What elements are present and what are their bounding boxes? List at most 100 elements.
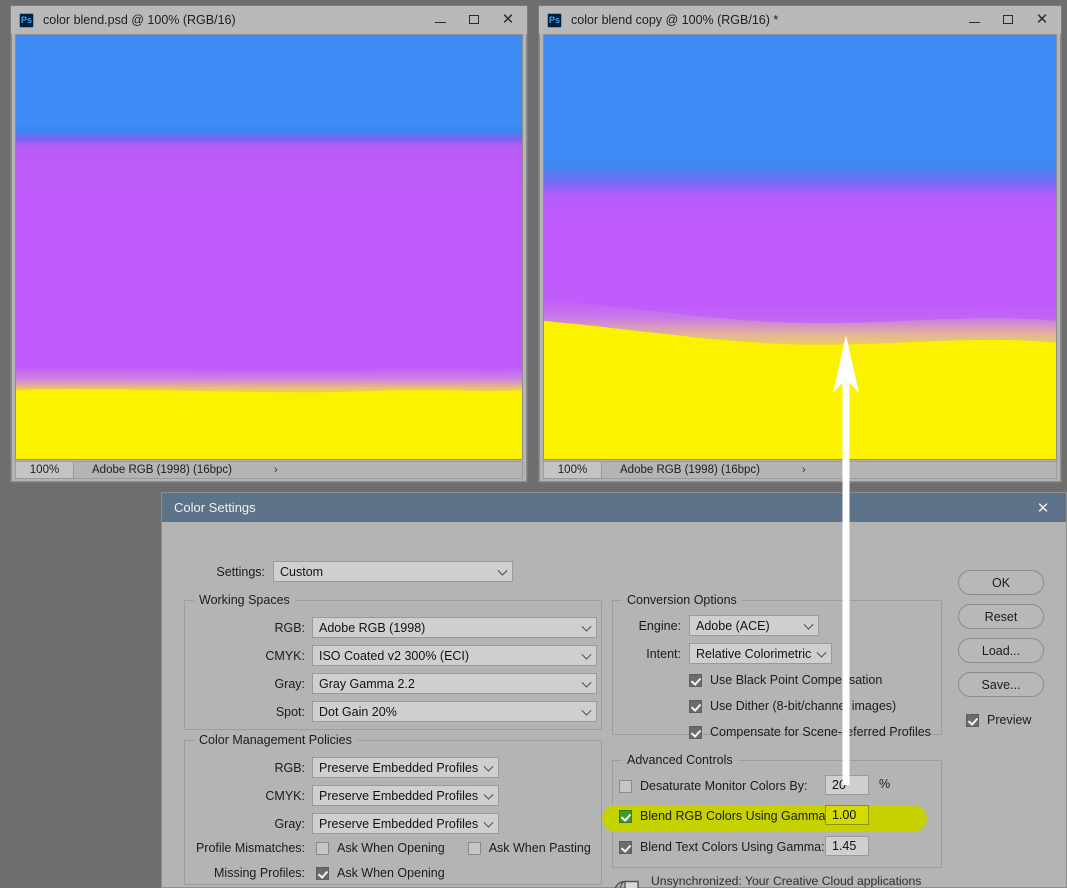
reset-button[interactable]: Reset	[958, 604, 1044, 629]
image-window-original[interactable]: Ps color blend.psd @ 100% (RGB/16) ✕ 100…	[10, 5, 528, 483]
pol-cmyk-label: CMYK:	[265, 788, 305, 803]
preview-checkbox[interactable]: Preview	[966, 713, 1044, 727]
status-expand-icon[interactable]: ›	[802, 464, 806, 476]
window-titlebar[interactable]: Ps color blend.psd @ 100% (RGB/16) ✕	[11, 6, 527, 34]
blend-text-gamma-value: 1.45	[832, 839, 857, 853]
intent-value: Relative Colorimetric	[696, 646, 812, 661]
black-point-compensation-checkbox[interactable]: Use Black Point Compensation	[689, 673, 882, 687]
checkbox-icon	[467, 841, 481, 855]
mismatch-paste-checkbox[interactable]: Ask When Pasting	[467, 841, 591, 855]
minimize-button[interactable]	[423, 8, 457, 31]
dialog-titlebar[interactable]: Color Settings ✕	[162, 493, 1066, 522]
pol-row-gray: Gray: Preserve Embedded Profiles	[193, 813, 500, 834]
checkbox-icon	[619, 809, 632, 823]
minimize-button[interactable]	[957, 8, 991, 31]
settings-row: Settings: Custom	[184, 561, 513, 582]
settings-label: Settings:	[216, 564, 265, 579]
window-title: color blend.psd @ 100% (RGB/16)	[43, 13, 236, 27]
missing-open-checkbox[interactable]: Ask When Opening	[316, 866, 445, 880]
blend-rgb-gamma-value: 1.00	[832, 808, 857, 822]
pol-row-cmyk: CMYK: Preserve Embedded Profiles	[193, 785, 500, 806]
photoshop-icon: Ps	[547, 12, 562, 28]
window-titlebar[interactable]: Ps color blend copy @ 100% (RGB/16) * ✕	[539, 6, 1061, 34]
image-canvas-area[interactable]	[543, 34, 1057, 460]
ok-button[interactable]: OK	[958, 570, 1044, 595]
ws-spot-label: Spot:	[275, 704, 305, 719]
ws-spot-select[interactable]: Dot Gain 20%	[312, 701, 597, 722]
dialog-buttons: OK Reset Load... Save... Preview	[958, 570, 1044, 727]
chevron-down-icon	[581, 677, 592, 688]
pol-rgb-value: Preserve Embedded Profiles	[319, 760, 479, 775]
conversion-legend: Conversion Options	[622, 593, 742, 607]
desaturate-amount-input[interactable]: 20	[825, 775, 869, 795]
zoom-level[interactable]: 100%	[544, 462, 602, 478]
ws-gray-select[interactable]: Gray Gamma 2.2	[312, 673, 597, 694]
profile-mismatches-row: Profile Mismatches: Ask When Opening Ask…	[193, 841, 591, 855]
missing-profiles-label: Missing Profiles:	[214, 866, 305, 880]
ws-rgb-select[interactable]: Adobe RGB (1998)	[312, 617, 597, 638]
ws-cmyk-label: CMYK:	[265, 648, 305, 663]
chevron-down-icon	[581, 705, 592, 716]
load-button[interactable]: Load...	[958, 638, 1044, 663]
ws-row-rgb: RGB: Adobe RGB (1998)	[193, 617, 597, 638]
chevron-down-icon	[483, 817, 494, 828]
chevron-down-icon	[816, 647, 827, 658]
black-point-compensation-label: Use Black Point Compensation	[710, 673, 883, 687]
ws-spot-value: Dot Gain 20%	[319, 704, 397, 719]
missing-profiles-row: Missing Profiles: Ask When Opening	[193, 866, 445, 880]
color-settings-dialog[interactable]: Color Settings ✕ Settings: Custom Workin…	[161, 492, 1067, 888]
blend-text-gamma-checkbox[interactable]: Blend Text Colors Using Gamma:	[619, 840, 825, 854]
checkbox-icon	[619, 779, 632, 793]
checkbox-icon	[966, 713, 979, 727]
pol-rgb-select[interactable]: Preserve Embedded Profiles	[312, 757, 500, 778]
blend-rgb-gamma-label: Blend RGB Colors Using Gamma:	[640, 809, 829, 823]
mismatch-open-checkbox[interactable]: Ask When Opening	[316, 841, 445, 855]
blend-rgb-gamma-input[interactable]: 1.00	[825, 805, 869, 825]
image-window-copy[interactable]: Ps color blend copy @ 100% (RGB/16) * ✕	[538, 5, 1062, 483]
blend-rgb-gamma-checkbox[interactable]: Blend RGB Colors Using Gamma:	[619, 809, 829, 823]
status-expand-icon[interactable]: ›	[274, 464, 278, 476]
blend-text-gamma-input[interactable]: 1.45	[825, 836, 869, 856]
pol-rgb-label: RGB:	[274, 760, 305, 775]
settings-select[interactable]: Custom	[273, 561, 513, 582]
scene-referred-checkbox[interactable]: Compensate for Scene-referred Profiles	[689, 725, 931, 739]
maximize-button[interactable]	[457, 8, 491, 31]
close-button[interactable]: ✕	[1025, 8, 1059, 31]
zoom-level[interactable]: 100%	[16, 462, 74, 478]
dialog-title: Color Settings	[174, 500, 256, 515]
color-profile-label: Adobe RGB (1998) (16bpc)	[92, 464, 232, 476]
pol-cmyk-select[interactable]: Preserve Embedded Profiles	[312, 785, 500, 806]
advanced-controls-group: Advanced Controls Desaturate Monitor Col…	[602, 753, 942, 868]
screen-root: Ps color blend.psd @ 100% (RGB/16) ✕ 100…	[0, 0, 1067, 888]
ws-rgb-value: Adobe RGB (1998)	[319, 620, 426, 635]
intent-select[interactable]: Relative Colorimetric	[689, 643, 833, 664]
image-canvas-area[interactable]	[15, 34, 523, 460]
maximize-button[interactable]	[991, 8, 1025, 31]
desaturate-monitor-label: Desaturate Monitor Colors By:	[640, 779, 808, 793]
checkbox-icon	[689, 699, 702, 713]
ws-cmyk-select[interactable]: ISO Coated v2 300% (ECI)	[312, 645, 597, 666]
ws-rgb-label: RGB:	[274, 620, 305, 635]
pol-row-rgb: RGB: Preserve Embedded Profiles	[193, 757, 500, 778]
intent-row: Intent: Relative Colorimetric	[619, 643, 833, 664]
save-button[interactable]: Save...	[958, 672, 1044, 697]
pol-gray-value: Preserve Embedded Profiles	[319, 816, 479, 831]
working-spaces-group: Working Spaces RGB: Adobe RGB (1998) CMY…	[184, 593, 602, 730]
preview-label: Preview	[987, 713, 1032, 727]
dialog-close-icon[interactable]: ✕	[1020, 493, 1066, 522]
desaturate-monitor-checkbox[interactable]: Desaturate Monitor Colors By:	[619, 779, 807, 793]
close-button[interactable]: ✕	[491, 8, 525, 31]
chevron-down-icon	[483, 789, 494, 800]
image-canvas-original	[16, 35, 522, 459]
engine-select[interactable]: Adobe (ACE)	[689, 615, 819, 636]
checkbox-icon	[619, 840, 632, 854]
mismatch-paste-label: Ask When Pasting	[488, 841, 591, 855]
ws-gray-label: Gray:	[274, 676, 305, 691]
photoshop-icon: Ps	[19, 12, 34, 28]
working-spaces-legend: Working Spaces	[194, 593, 295, 607]
use-dither-checkbox[interactable]: Use Dither (8-bit/channel images)	[689, 699, 896, 713]
dialog-body: Settings: Custom Working Spaces RGB: Ado…	[162, 522, 1066, 888]
status-bar: 100% Adobe RGB (1998) (16bpc) ›	[15, 461, 523, 479]
pol-gray-select[interactable]: Preserve Embedded Profiles	[312, 813, 500, 834]
checkbox-icon	[689, 725, 702, 739]
